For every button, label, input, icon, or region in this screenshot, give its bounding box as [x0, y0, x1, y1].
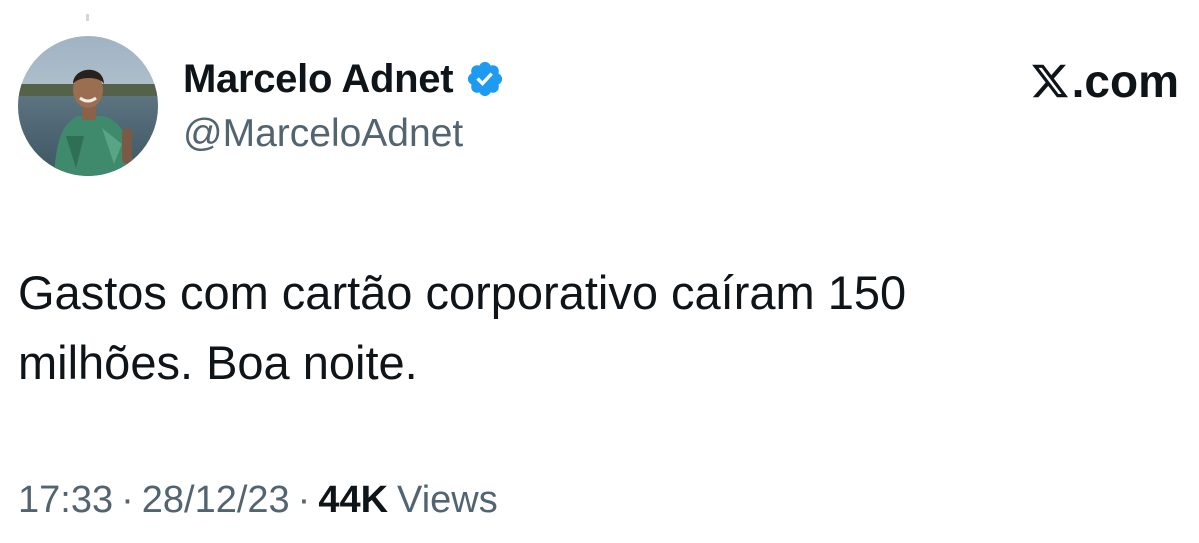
verified-badge-icon[interactable]	[465, 59, 505, 99]
watermark-text: .com	[1071, 55, 1179, 107]
views-label: Views	[397, 478, 498, 521]
x-com-watermark: .com	[1030, 55, 1179, 107]
tweet-text: Gastos com cartão corporativo caíram 150…	[18, 266, 907, 389]
meta-separator: ·	[121, 478, 134, 521]
author-display-name[interactable]: Marcelo Adnet	[183, 57, 454, 102]
x-logo-icon	[1030, 61, 1070, 101]
tweet-meta: 17:33 · 28/12/23 · 44K Views	[18, 474, 498, 526]
author-name-row: Marcelo Adnet	[183, 56, 505, 102]
meta-separator: ·	[297, 478, 311, 521]
views-count: 44K	[318, 478, 389, 521]
avatar[interactable]	[18, 36, 158, 176]
tweet-date[interactable]: 28/12/23	[142, 479, 290, 522]
avatar-photo-icon	[18, 36, 158, 176]
author-handle[interactable]: @MarceloAdnet	[183, 112, 463, 156]
tweet-time[interactable]: 17:33	[18, 479, 113, 522]
divider-mark	[86, 14, 89, 21]
tweet-card: Marcelo Adnet @MarceloAdnet .com Gastos …	[0, 0, 1199, 543]
